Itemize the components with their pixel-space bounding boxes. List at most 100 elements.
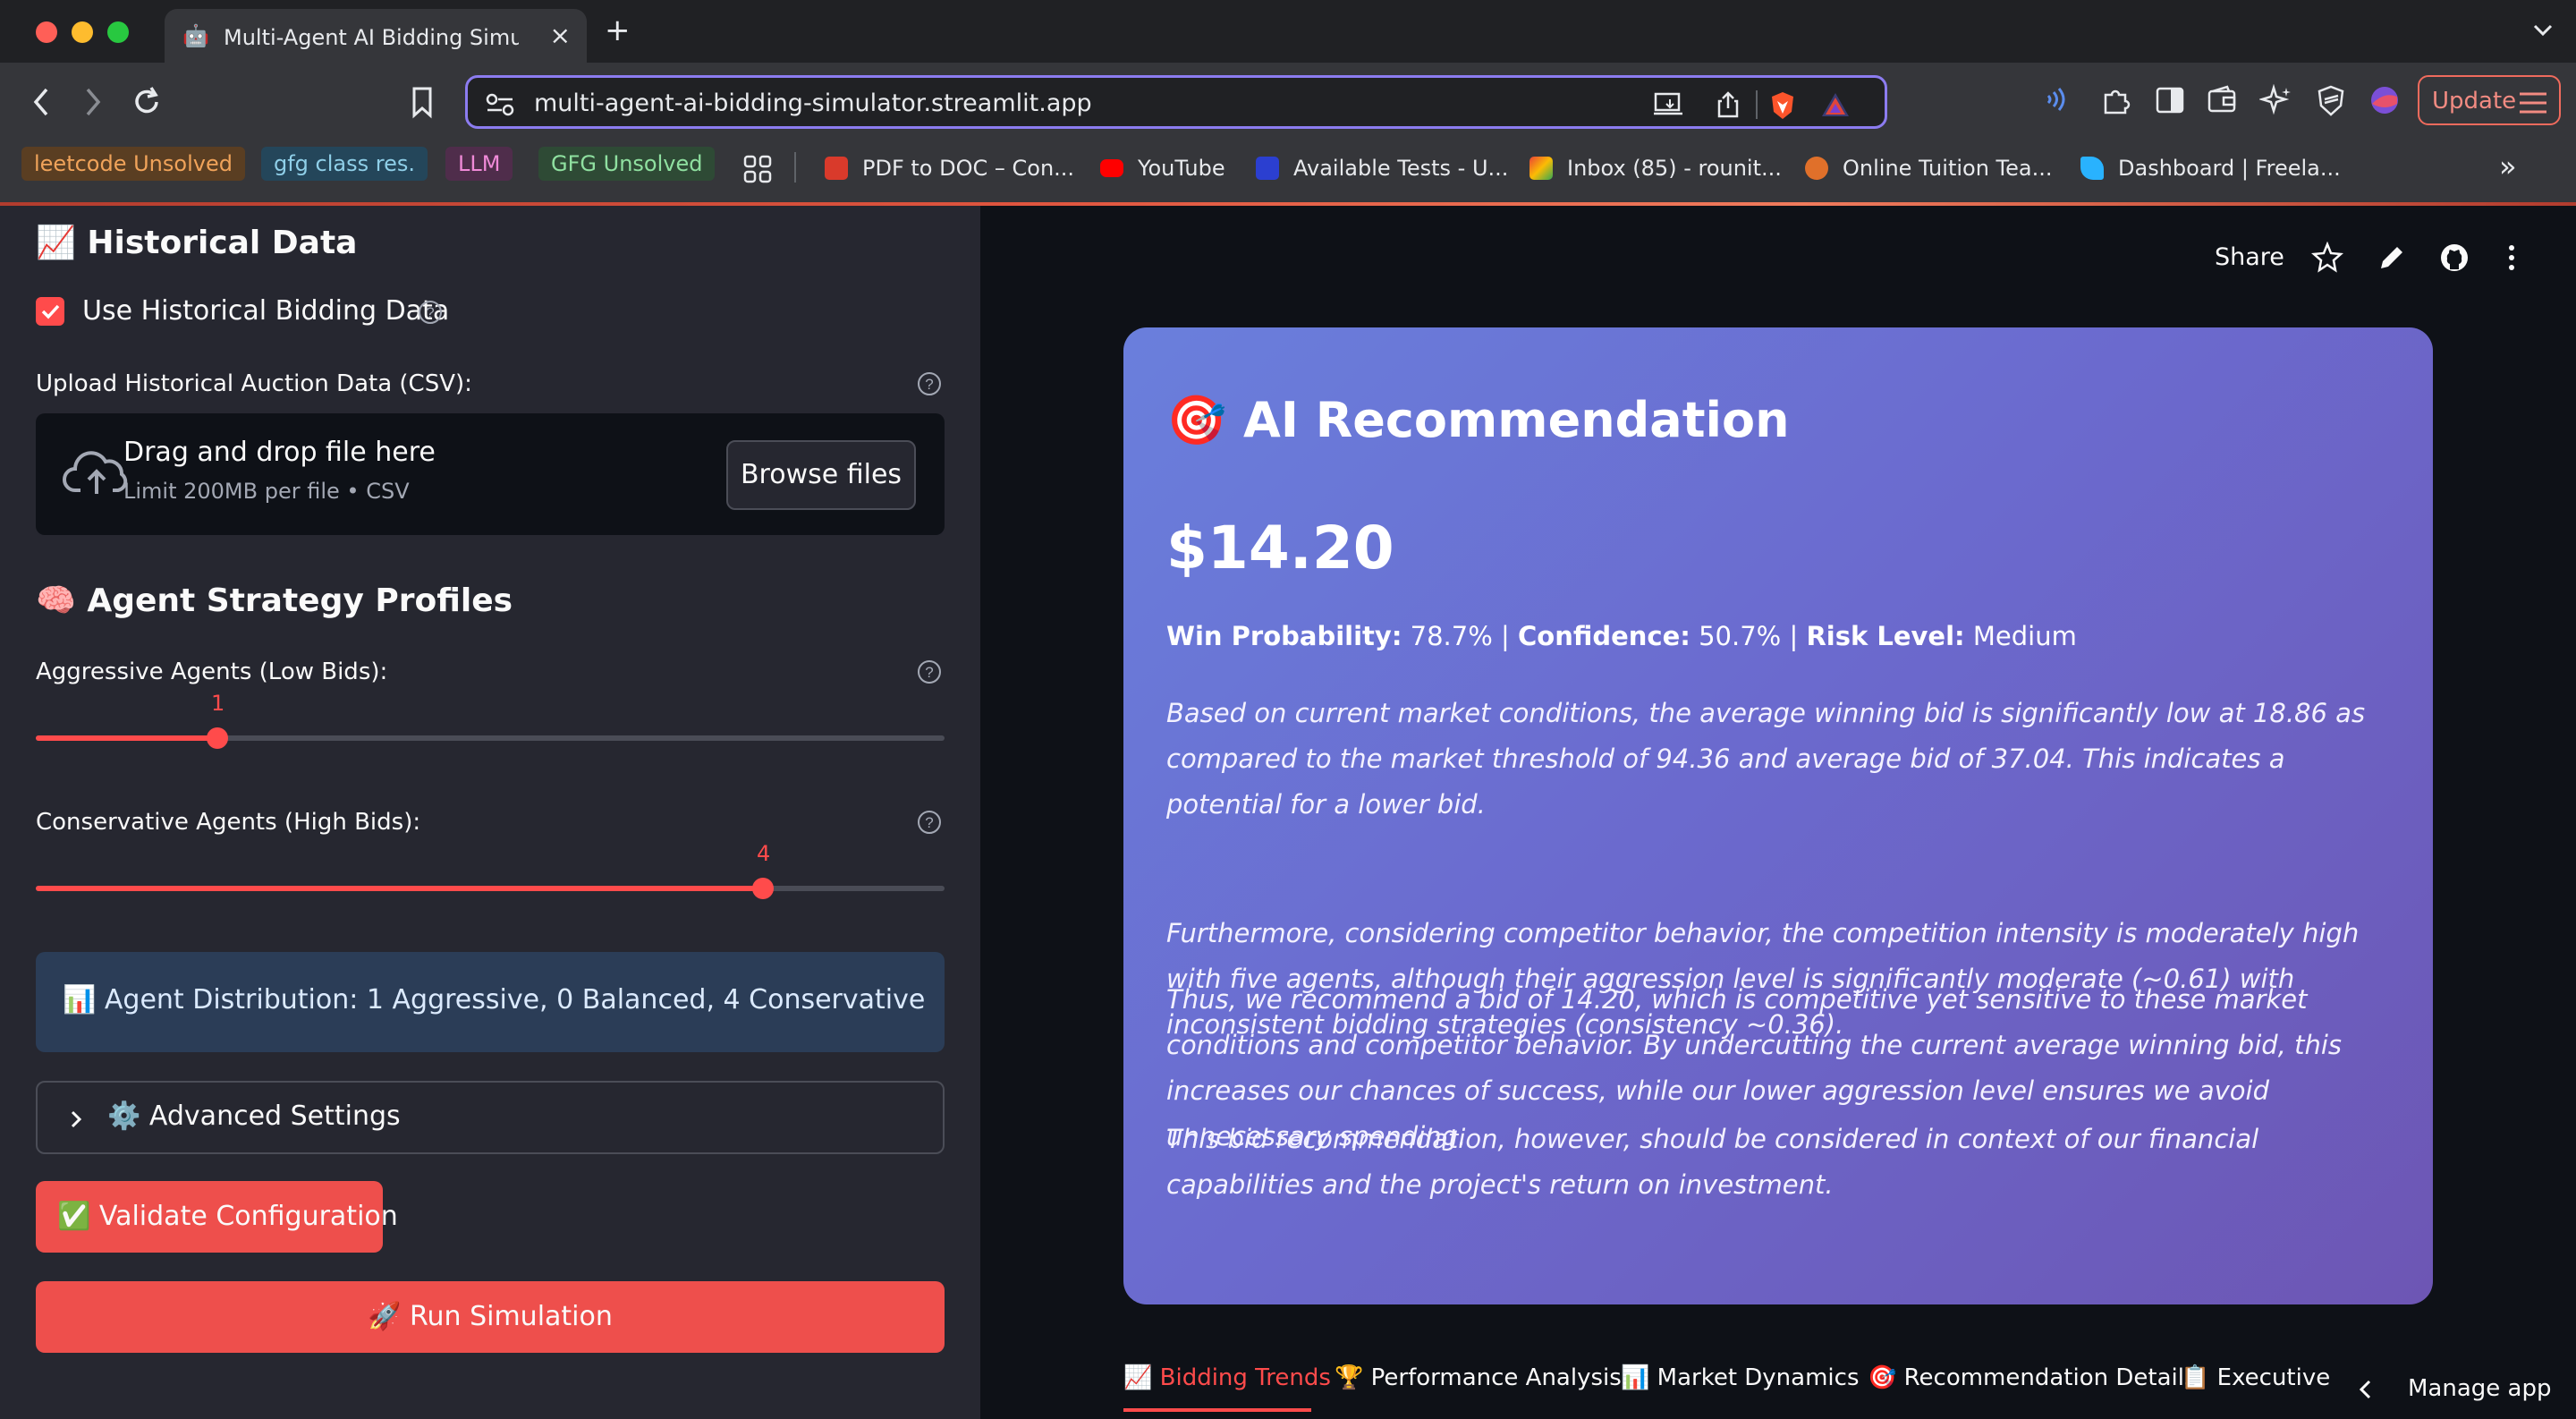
tab-title: Multi-Agent AI Bidding Simula [224, 25, 519, 50]
recommendation-paragraph: Based on current market conditions, the … [1166, 698, 2366, 820]
svg-text:?: ? [925, 814, 933, 831]
omnibox-divider [1756, 90, 1758, 119]
slider-fill [36, 886, 763, 891]
tuition-icon [1805, 157, 1828, 180]
help-icon[interactable]: ? [417, 299, 444, 326]
extensions-icon[interactable] [2100, 84, 2132, 116]
main-content: Share 🎯 AI Recommendation $14.20 Win Pro… [980, 206, 2576, 1419]
vpn-shield-icon[interactable] [2315, 84, 2347, 118]
recommendation-title: 🎯 AI Recommendation [1166, 392, 1790, 448]
freelancer-icon [2080, 157, 2104, 180]
youtube-icon [1100, 159, 1123, 177]
checkmark-icon [41, 304, 60, 319]
win-probability-label: Win Probability: [1166, 621, 1402, 651]
help-icon[interactable]: ? [916, 809, 943, 836]
close-tab-icon[interactable]: × [550, 21, 571, 50]
agent-distribution-text: 📊 Agent Distribution: 1 Aggressive, 0 Ba… [63, 984, 926, 1015]
tab-market-dynamics[interactable]: 📊 Market Dynamics [1621, 1358, 1860, 1398]
tab-recommendation-details[interactable]: 🎯 Recommendation Details [1868, 1358, 2197, 1398]
chevron-right-icon [71, 1110, 82, 1128]
recommendation-stats: Win Probability: 78.7% | Confidence: 50.… [1166, 621, 2077, 651]
tab-executive[interactable]: 📋 Executive [2181, 1358, 2330, 1398]
more-bookmarks-icon[interactable]: » [2499, 150, 2517, 183]
svg-text:?: ? [925, 376, 933, 393]
conservative-agents-slider[interactable]: 4 [36, 841, 945, 899]
use-historical-checkbox[interactable] [36, 297, 64, 326]
use-historical-label[interactable]: Use Historical Bidding Data [82, 293, 449, 329]
svg-text:?: ? [426, 304, 434, 321]
chevron-left-icon [2359, 1380, 2371, 1399]
brave-rewards-icon[interactable] [1820, 90, 1851, 119]
github-icon[interactable] [2438, 242, 2470, 274]
brave-shields-icon[interactable] [1768, 90, 1797, 121]
help-icon[interactable]: ? [916, 659, 943, 685]
reload-icon[interactable] [129, 84, 165, 120]
wallet-icon[interactable] [2206, 84, 2238, 116]
slider-fill [36, 735, 217, 741]
advanced-settings-label: ⚙️ Advanced Settings [107, 1100, 401, 1132]
confidence-label: Confidence: [1518, 621, 1690, 651]
browser-tab[interactable]: 🤖 Multi-Agent AI Bidding Simula × [165, 9, 587, 63]
historical-data-heading: 📈 Historical Data [36, 225, 358, 261]
maximize-window-button[interactable] [107, 21, 129, 43]
confidence-value: 50.7% [1699, 621, 1782, 651]
risk-level-label: Risk Level: [1806, 621, 1965, 651]
slider-value: 1 [211, 691, 225, 716]
agent-strategy-heading: 🧠 Agent Strategy Profiles [36, 582, 513, 619]
share-button[interactable]: Share [2215, 243, 2284, 272]
leo-ai-icon[interactable] [2259, 84, 2293, 118]
conservative-agents-label: Conservative Agents (High Bids): [36, 809, 421, 836]
upload-csv-label: Upload Historical Auction Data (CSV): [36, 370, 472, 397]
share-page-icon[interactable] [1715, 90, 1741, 119]
run-simulation-label: 🚀 Run Simulation [368, 1301, 613, 1332]
bookmark-folder-leetcode-unsolved[interactable]: leetcode Unsolved [21, 147, 245, 181]
svg-text:?: ? [925, 664, 933, 681]
address-bar[interactable]: multi-agent-ai-bidding-simulator.streaml… [465, 75, 1887, 129]
browse-files-button[interactable]: Browse files [726, 440, 916, 510]
edit-pencil-icon[interactable] [2376, 242, 2408, 274]
gmail-icon [1530, 157, 1553, 180]
read-aloud-icon[interactable] [2043, 84, 2073, 115]
back-icon[interactable] [27, 84, 57, 120]
slider-thumb[interactable] [207, 727, 228, 749]
profile-avatar-icon[interactable] [2368, 84, 2401, 116]
aggressive-agents-slider[interactable]: 1 [36, 691, 945, 749]
forward-icon[interactable] [77, 84, 107, 120]
apps-grid-icon[interactable] [742, 154, 773, 184]
help-icon[interactable]: ? [916, 370, 943, 397]
site-settings-icon[interactable] [484, 91, 516, 118]
new-tab-button[interactable]: + [605, 13, 631, 48]
update-button[interactable]: Update [2418, 75, 2561, 125]
bookmarks-divider [794, 152, 796, 183]
cloud-upload-icon [63, 451, 128, 494]
sidebar-toggle-icon[interactable] [2154, 84, 2186, 116]
tab-search-icon[interactable] [2531, 18, 2555, 41]
bookmark-folder-gfg-unsolved[interactable]: GFG Unsolved [538, 147, 716, 181]
bookmark-folder-gfg-class[interactable]: gfg class res. [261, 147, 428, 181]
tab-performance-analysis[interactable]: 🏆 Performance Analysis [1335, 1358, 1622, 1398]
tab-bidding-trends[interactable]: 📈 Bidding Trends [1123, 1358, 1331, 1398]
aggressive-agents-label: Aggressive Agents (Low Bids): [36, 659, 388, 685]
menu-icon [2520, 92, 2546, 114]
url-text[interactable]: multi-agent-ai-bidding-simulator.streaml… [534, 90, 1092, 117]
bookmarks-bar: leetcode Unsolved gfg class res. LLM GFG… [0, 143, 2576, 202]
close-window-button[interactable] [36, 21, 57, 43]
browser-toolbar: multi-agent-ai-bidding-simulator.streaml… [0, 63, 2576, 143]
more-options-icon[interactable] [2504, 242, 2519, 274]
tests-icon [1256, 157, 1279, 180]
star-icon[interactable] [2311, 242, 2343, 274]
win-probability-value: 78.7% [1410, 621, 1493, 651]
dropzone-limit-text: Limit 200MB per file • CSV [123, 479, 410, 504]
update-label: Update [2432, 88, 2517, 115]
recommended-bid-price: $14.20 [1166, 514, 1394, 582]
bookmark-folder-llm[interactable]: LLM [445, 147, 513, 181]
bookmark-icon[interactable] [406, 84, 438, 120]
slider-thumb[interactable] [752, 878, 774, 899]
robot-icon: 🤖 [182, 23, 209, 48]
install-app-icon[interactable] [1652, 90, 1686, 117]
active-tab-underline [1123, 1408, 1311, 1412]
ai-recommendation-card: 🎯 AI Recommendation $14.20 Win Probabili… [1123, 327, 2433, 1304]
manage-app-button[interactable]: Manage app [2343, 1364, 2576, 1419]
minimize-window-button[interactable] [72, 21, 93, 43]
recommendation-paragraph: This bid recommendation, however, should… [1166, 1124, 2259, 1200]
